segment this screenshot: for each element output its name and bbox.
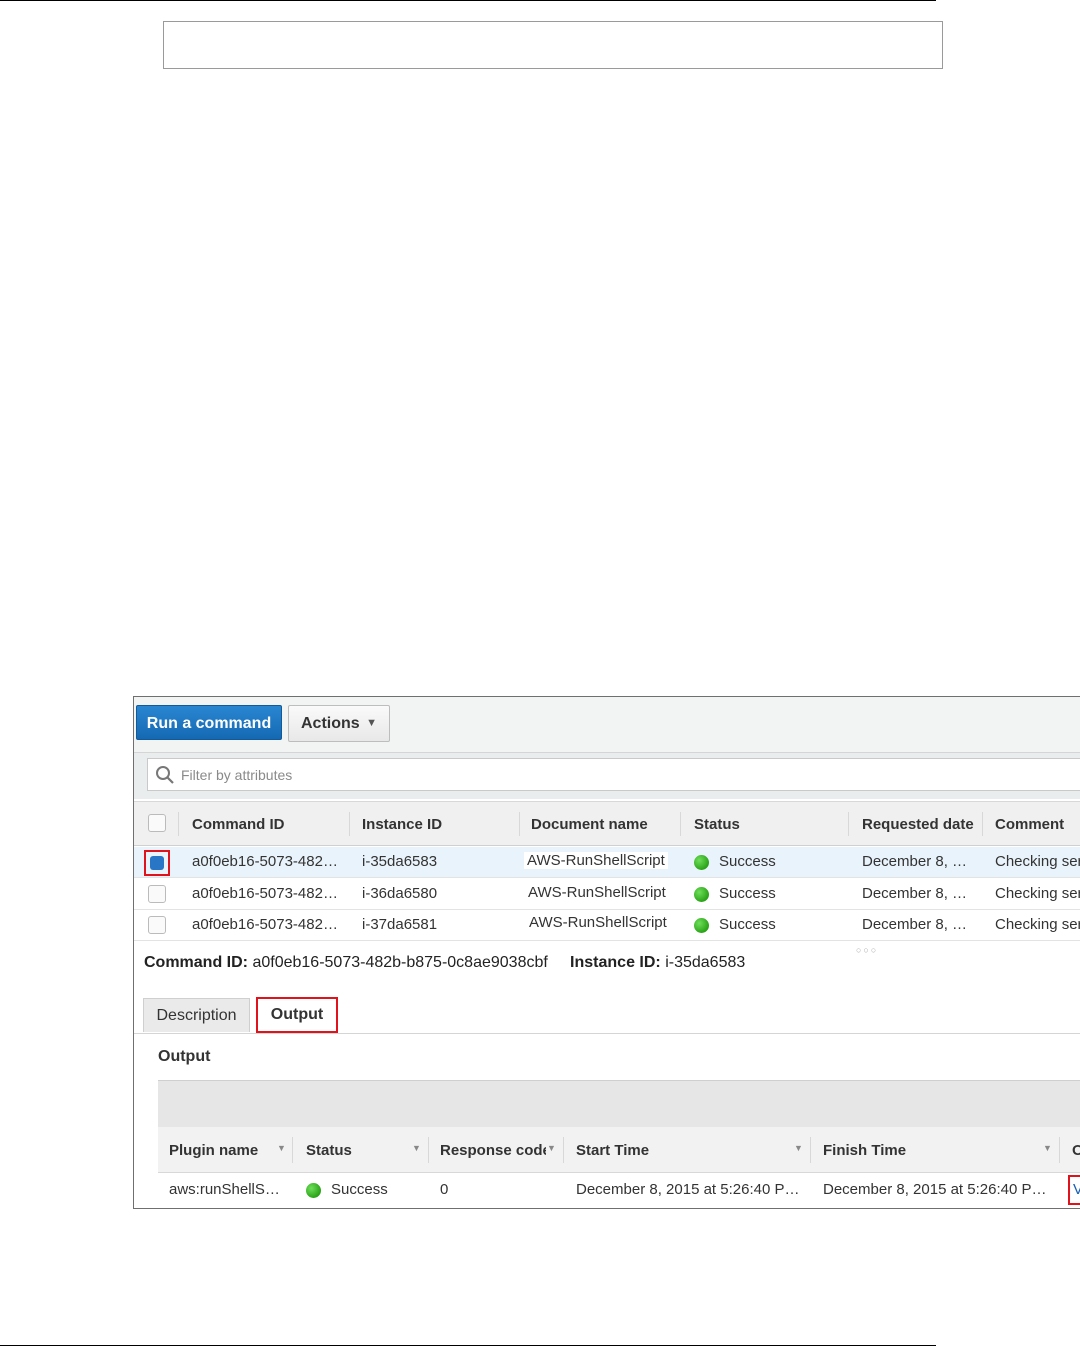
row-checkbox-selected[interactable]: [144, 850, 170, 876]
view-output-link[interactable]: V: [1068, 1175, 1080, 1205]
page-top-rule: [0, 0, 936, 1]
cell-comment: Checking ser: [995, 916, 1080, 933]
column-instance-id[interactable]: Instance ID: [362, 816, 442, 833]
cell-status: Success: [719, 885, 776, 902]
column-document-name[interactable]: Document name: [531, 816, 648, 833]
column-plugin-name[interactable]: Plugin name: [169, 1142, 258, 1159]
cell-requested-date: December 8, …: [862, 853, 968, 870]
column-finish-time[interactable]: Finish Time: [823, 1142, 906, 1159]
chevron-down-icon[interactable]: ▼: [277, 1143, 286, 1153]
toolbar: Run a command Actions ▼: [134, 697, 1080, 753]
cell-document-name: AWS-RunShellScript: [525, 884, 669, 901]
filter-input[interactable]: Filter by attributes: [147, 758, 1080, 791]
cell-response-code: 0: [440, 1181, 449, 1198]
column-response-code[interactable]: Response code: [440, 1142, 546, 1159]
cell-instance-id: i-37da6581: [362, 916, 438, 933]
table-row[interactable]: a0f0eb16-5073-482… i-37da6581 AWS-RunShe…: [134, 910, 1080, 941]
run-command-button[interactable]: Run a command: [136, 705, 282, 740]
selection-summary: Command ID: a0f0eb16-5073-482b-b875-0c8a…: [144, 954, 745, 972]
instance-id-label: Instance ID:: [570, 954, 661, 971]
success-status-icon: [306, 1183, 321, 1198]
actions-label: Actions: [301, 715, 360, 732]
output-table-header: Plugin name ▼ Status ▼ Response code ▼ S…: [158, 1127, 1080, 1173]
cell-plugin-status: Success: [331, 1181, 388, 1198]
table-row[interactable]: a0f0eb16-5073-482… i-36da6580 AWS-RunShe…: [134, 879, 1080, 910]
pane-resize-handle[interactable]: ○○○: [856, 945, 878, 955]
chevron-down-icon: ▼: [366, 717, 377, 729]
blank-content-box: [163, 21, 943, 69]
output-section-title: Output: [158, 1048, 211, 1065]
chevron-down-icon[interactable]: ▼: [1043, 1143, 1052, 1153]
row-checkbox[interactable]: [148, 916, 166, 934]
tab-description[interactable]: Description: [143, 998, 250, 1032]
command-id-value: a0f0eb16-5073-482b-b875-0c8ae9038cbf: [252, 954, 548, 971]
output-table-row: aws:runShellS… Success 0 December 8, 201…: [158, 1174, 1080, 1206]
column-comment[interactable]: Comment: [995, 816, 1064, 833]
cell-document-name: AWS-RunShellScript: [524, 852, 668, 869]
cell-start-time: December 8, 2015 at 5:26:40 P…: [576, 1181, 800, 1198]
console-screenshot: Run a command Actions ▼ Filter by attrib…: [133, 696, 1080, 1209]
actions-dropdown[interactable]: Actions ▼: [288, 705, 390, 742]
select-all-checkbox[interactable]: [148, 814, 166, 832]
cell-command-id: a0f0eb16-5073-482…: [192, 885, 338, 902]
commands-table-header: Command ID Instance ID Document name Sta…: [134, 801, 1080, 846]
cell-status: Success: [719, 916, 776, 933]
output-panel-bar: [158, 1080, 1080, 1127]
tab-divider: [134, 1033, 1080, 1034]
filter-bar: Filter by attributes: [134, 753, 1080, 799]
tab-output[interactable]: Output: [256, 997, 338, 1033]
column-status[interactable]: Status: [694, 816, 740, 833]
column-output-link[interactable]: O: [1072, 1142, 1080, 1159]
chevron-down-icon[interactable]: ▼: [547, 1143, 556, 1153]
cell-comment: Checking ser: [995, 885, 1080, 902]
cell-command-id: a0f0eb16-5073-482…: [192, 853, 338, 870]
cell-finish-time: December 8, 2015 at 5:26:40 P…: [823, 1181, 1047, 1198]
column-plugin-status[interactable]: Status: [306, 1142, 352, 1159]
cell-requested-date: December 8, …: [862, 916, 968, 933]
cell-comment: Checking ser: [995, 853, 1080, 870]
cell-instance-id: i-35da6583: [362, 853, 438, 870]
chevron-down-icon[interactable]: ▼: [794, 1143, 803, 1153]
cell-instance-id: i-36da6580: [362, 885, 438, 902]
column-command-id[interactable]: Command ID: [192, 816, 285, 833]
success-status-icon: [694, 918, 709, 933]
column-start-time[interactable]: Start Time: [576, 1142, 649, 1159]
checkbox-checked-mark: [150, 856, 164, 870]
cell-requested-date: December 8, …: [862, 885, 968, 902]
cell-command-id: a0f0eb16-5073-482…: [192, 916, 338, 933]
success-status-icon: [694, 887, 709, 902]
search-icon: [156, 766, 174, 784]
row-checkbox[interactable]: [148, 885, 166, 903]
command-id-label: Command ID:: [144, 954, 248, 971]
instance-id-value: i-35da6583: [665, 954, 746, 971]
page-bottom-rule: [0, 1345, 936, 1346]
table-row[interactable]: a0f0eb16-5073-482… i-35da6583 AWS-RunShe…: [134, 847, 1080, 878]
success-status-icon: [694, 855, 709, 870]
chevron-down-icon[interactable]: ▼: [412, 1143, 421, 1153]
cell-status: Success: [719, 853, 776, 870]
cell-document-name: AWS-RunShellScript: [526, 914, 670, 931]
column-requested-date[interactable]: Requested date: [862, 816, 974, 833]
cell-plugin-name: aws:runShellS…: [169, 1181, 280, 1198]
filter-placeholder: Filter by attributes: [181, 767, 293, 783]
